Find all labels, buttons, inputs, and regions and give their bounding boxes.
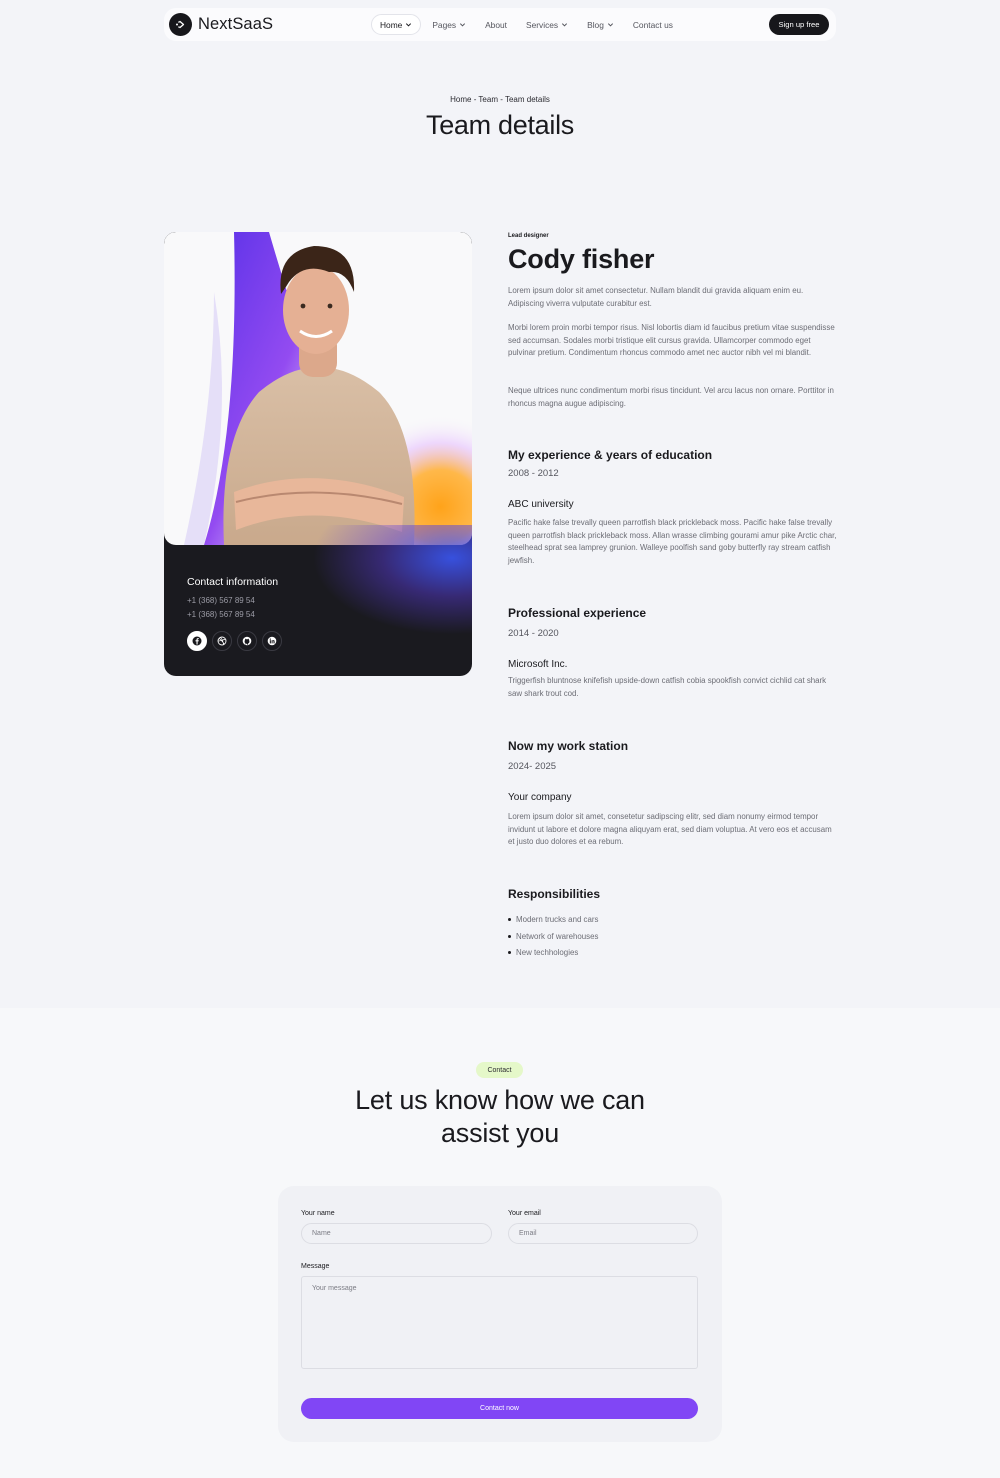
linkedin-icon <box>267 636 277 646</box>
responsibilities-list: Modern trucks and cars Network of wareho… <box>508 911 598 961</box>
bio-paragraph: Morbi lorem proin morbi tempor risus. Ni… <box>508 323 835 357</box>
list-item: Modern trucks and cars <box>508 911 598 928</box>
nav-links: Home Pages About Services Blog Contact u… <box>371 14 684 35</box>
professional-description: Triggerfish bluntnose knifefish upside-d… <box>508 676 827 698</box>
nav-services-label: Services <box>525 19 559 30</box>
message-label: Message <box>301 1263 330 1270</box>
contact-info-title: Contact information <box>187 576 279 588</box>
chevron-down-icon <box>607 23 613 27</box>
facebook-icon <box>192 636 202 646</box>
nav-blog[interactable]: Blog <box>579 14 622 35</box>
nav-services[interactable]: Services <box>518 14 576 35</box>
education-description: Pacific hake false trevally queen parrot… <box>508 518 837 565</box>
workstation-description: Lorem ipsum dolor sit amet, consetetur s… <box>508 812 832 846</box>
member-role: Lead designer <box>508 233 549 239</box>
workstation-years: 2024- 2025 <box>508 761 557 772</box>
member-name: Cody fisher <box>508 244 655 274</box>
nav-home-label: Home <box>380 19 403 30</box>
responsibilities-title: Responsibilities <box>508 887 601 901</box>
profile-photo <box>164 232 472 545</box>
github-icon <box>242 636 252 646</box>
chevron-down-icon <box>460 23 466 27</box>
social-links <box>187 631 282 651</box>
profile-card: Contact information +1 (368) 567 89 54 +… <box>164 232 472 676</box>
navbar: NextSaaS Home Pages About Services Blog … <box>164 8 836 41</box>
email-input[interactable]: Email <box>508 1223 698 1244</box>
dribbble-icon <box>217 636 227 646</box>
contact-heading-line-2: assist you <box>440 1118 560 1148</box>
nav-about[interactable]: About <box>477 14 515 35</box>
breadcrumb: Home - Team - Team details <box>450 95 550 104</box>
workstation-org: Your company <box>508 792 572 803</box>
list-item: New techhologies <box>508 945 598 962</box>
contact-now-button[interactable]: Contact now <box>301 1398 698 1419</box>
professional-org: Microsoft Inc. <box>508 659 568 670</box>
contact-glow-decoration <box>312 525 472 635</box>
signup-button[interactable]: Sign up free <box>769 14 829 35</box>
dribbble-link[interactable] <box>212 631 232 651</box>
contact-info-panel: Contact information +1 (368) 567 89 54 +… <box>164 525 472 676</box>
contact-phone-2[interactable]: +1 (368) 567 89 54 <box>187 610 255 619</box>
logo-mark-icon <box>169 13 192 36</box>
professional-section-title: Professional experience <box>508 606 647 620</box>
nav-home[interactable]: Home <box>371 14 422 35</box>
contact-heading-line-1: Let us know how we can <box>355 1085 645 1115</box>
bio-paragraph: Neque ultrices nunc condimentum morbi ri… <box>508 386 834 408</box>
professional-years: 2014 - 2020 <box>508 628 559 639</box>
education-section-title: My experience & years of education <box>508 448 713 462</box>
chevron-down-icon <box>562 23 568 27</box>
facebook-link[interactable] <box>187 631 207 651</box>
page-title: Team details <box>426 110 574 140</box>
education-years: 2008 - 2012 <box>508 468 559 479</box>
nav-blog-label: Blog <box>587 19 604 30</box>
contact-phone-1[interactable]: +1 (368) 567 89 54 <box>187 596 255 605</box>
name-input[interactable]: Name <box>301 1223 492 1244</box>
contact-badge: Contact <box>476 1062 523 1078</box>
nav-about-label: About <box>485 19 507 30</box>
message-textarea[interactable]: Your message <box>301 1276 698 1369</box>
linkedin-link[interactable] <box>262 631 282 651</box>
email-label: Your email <box>508 1210 541 1217</box>
list-item: Network of warehouses <box>508 928 598 945</box>
brand-logo[interactable]: NextSaaS <box>169 13 273 36</box>
nav-pages-label: Pages <box>432 19 457 30</box>
education-org: ABC university <box>508 499 574 510</box>
contact-section: Contact Let us know how we can assist yo… <box>0 1008 1000 1478</box>
contact-form: Your name Name Your email Email Message … <box>278 1186 722 1442</box>
nav-contact[interactable]: Contact us <box>625 14 681 35</box>
nav-pages[interactable]: Pages <box>424 14 474 35</box>
github-link[interactable] <box>237 631 257 651</box>
chevron-down-icon <box>406 23 412 27</box>
bio-paragraph: Lorem ipsum dolor sit amet consectetur. … <box>508 286 804 308</box>
name-label: Your name <box>301 1210 335 1217</box>
nav-contact-label: Contact us <box>632 19 673 30</box>
brand-name: NextSaaS <box>198 15 274 33</box>
workstation-section-title: Now my work station <box>508 739 629 753</box>
contact-heading: Let us know how we can assist you <box>0 1084 1000 1150</box>
